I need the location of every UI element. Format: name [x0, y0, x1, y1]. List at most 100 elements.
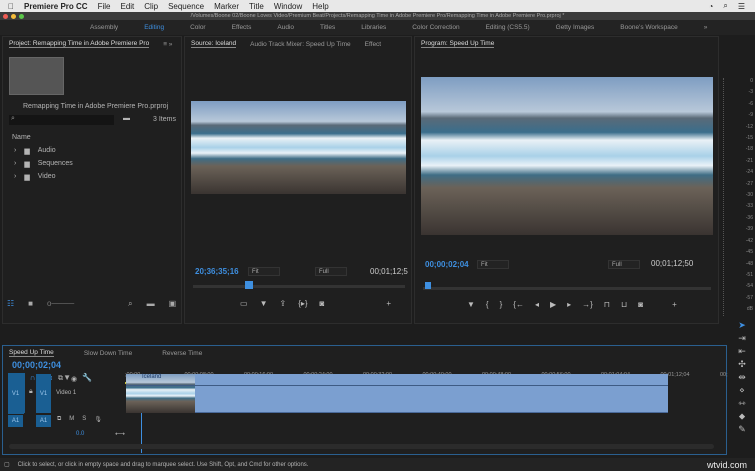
mute-icon[interactable]: M: [69, 416, 74, 423]
menu-edit[interactable]: Edit: [120, 2, 134, 11]
lock-icon[interactable]: 🔒︎: [29, 388, 33, 396]
expand-icon[interactable]: ⟷: [115, 430, 125, 438]
marker-icon[interactable]: ▼: [260, 299, 268, 308]
ws-effects[interactable]: Effects: [232, 24, 252, 31]
new-bin-icon[interactable]: ▬: [147, 299, 155, 309]
add-button-icon[interactable]: +: [386, 299, 391, 308]
mark-out-icon[interactable]: }: [500, 300, 503, 309]
menu-clip[interactable]: Clip: [144, 2, 158, 11]
tab-program[interactable]: Program: Speed Up Time: [421, 40, 495, 48]
ws-libraries[interactable]: Libraries: [361, 24, 386, 31]
program-timecode[interactable]: 00;00;02;04: [425, 260, 469, 269]
zoom-button[interactable]: [19, 14, 24, 19]
camera-icon[interactable]: ◙: [320, 299, 325, 308]
mark-in-icon[interactable]: {: [486, 300, 489, 309]
ws-color[interactable]: Color: [190, 24, 206, 31]
ripple-edit-icon[interactable]: ⇤: [732, 346, 752, 359]
camera-icon[interactable]: ◙: [638, 300, 643, 309]
find-icon[interactable]: ⌕: [128, 299, 132, 309]
list-view-icon[interactable]: ☷: [7, 299, 14, 309]
hand-icon[interactable]: ✎: [732, 424, 752, 437]
safe-margins-icon[interactable]: ▭: [240, 299, 248, 308]
tab-source[interactable]: Source: Iceland: [191, 40, 237, 48]
a1-track-target[interactable]: A1: [36, 415, 51, 427]
timeline-timecode[interactable]: 00;00;02;04: [12, 360, 61, 370]
selection-tool-icon[interactable]: ➤: [732, 320, 752, 333]
search-input[interactable]: ⌕: [9, 115, 114, 125]
source-quality-select[interactable]: Full: [315, 267, 347, 276]
menu-window[interactable]: Window: [274, 2, 302, 11]
minimize-button[interactable]: [11, 14, 16, 19]
timeline-h-scrollbar[interactable]: [9, 444, 714, 449]
play-icon[interactable]: ▶: [550, 300, 556, 309]
list-item[interactable]: › ▆ Sequences: [9, 157, 169, 170]
step-back-icon[interactable]: ◂: [535, 300, 539, 309]
more-workspaces-icon[interactable]: »: [704, 24, 708, 31]
ws-getty[interactable]: Getty Images: [556, 24, 595, 31]
close-button[interactable]: [3, 14, 8, 19]
lift-icon[interactable]: ⊓: [604, 300, 610, 309]
v1-track-target[interactable]: V1: [36, 374, 51, 413]
snap-icon[interactable]: ∩: [30, 373, 36, 383]
video-clip[interactable]: Iceland: [126, 374, 668, 413]
go-to-out-icon[interactable]: →}: [582, 300, 593, 309]
rate-stretch-icon[interactable]: ⇹: [732, 372, 752, 385]
tab-slow-down-time[interactable]: Slow Down Time: [84, 350, 132, 357]
zoom-slider[interactable]: o────: [47, 299, 74, 309]
new-bin-icon[interactable]: ▬: [123, 115, 130, 122]
a1-source-patch[interactable]: A1: [8, 415, 23, 427]
sync-lock-icon[interactable]: ⧉: [58, 375, 63, 383]
add-button-icon[interactable]: +: [672, 300, 677, 309]
wrench-icon[interactable]: 🔧: [82, 373, 92, 383]
overwrite-icon[interactable]: {▸}: [298, 299, 307, 308]
eye-icon[interactable]: ◉: [71, 375, 77, 383]
list-item[interactable]: › ▆ Video: [9, 170, 169, 183]
go-to-in-icon[interactable]: {←: [513, 300, 524, 309]
tab-effect[interactable]: Effect: [365, 41, 382, 48]
menu-marker[interactable]: Marker: [214, 2, 239, 11]
ws-boone[interactable]: Boone's Workspace: [620, 24, 677, 31]
sync-lock-icon[interactable]: ⧉: [57, 416, 61, 423]
list-icon[interactable]: ☰: [738, 2, 745, 11]
rolling-edit-icon[interactable]: ✣: [732, 359, 752, 372]
ws-assembly[interactable]: Assembly: [90, 24, 118, 31]
ws-titles[interactable]: Titles: [320, 24, 335, 31]
ws-color-correction[interactable]: Color Correction: [412, 24, 459, 31]
ws-editing[interactable]: Editing: [144, 24, 164, 31]
icon-view-icon[interactable]: ■: [28, 299, 33, 309]
search-icon[interactable]: ⌕: [723, 1, 727, 11]
menu-file[interactable]: File: [98, 2, 111, 11]
ws-editing-cs55[interactable]: Editing (CS5.5): [486, 24, 530, 31]
mic-icon[interactable]: 🎙︎: [94, 416, 102, 423]
solo-icon[interactable]: S: [82, 416, 86, 423]
program-playhead[interactable]: [425, 282, 431, 289]
source-timecode[interactable]: 20;36;35;16: [195, 267, 239, 276]
volume-value[interactable]: 0.0: [76, 431, 84, 437]
tab-audio-mixer[interactable]: Audio Track Mixer: Speed Up Time: [250, 41, 350, 48]
pen-icon[interactable]: ⬥: [732, 411, 752, 424]
v1-source-patch[interactable]: V1: [8, 374, 23, 413]
source-scrubber[interactable]: [193, 285, 405, 288]
panel-menu-icon[interactable]: ≡ »: [163, 41, 172, 48]
apple-icon[interactable]: : [8, 2, 14, 11]
app-menu[interactable]: Premiere Pro CC: [24, 2, 88, 11]
source-fit-select[interactable]: Fit: [248, 267, 280, 276]
marker-icon[interactable]: ▼: [467, 300, 475, 309]
tab-reverse-time[interactable]: Reverse Time: [162, 350, 202, 357]
insert-icon[interactable]: ⇪: [279, 299, 286, 308]
step-forward-icon[interactable]: ▸: [567, 300, 571, 309]
list-item[interactable]: › ▆ Audio: [9, 144, 169, 157]
menu-sequence[interactable]: Sequence: [168, 2, 204, 11]
new-item-icon[interactable]: ▣: [169, 299, 177, 309]
wifi-icon[interactable]: ◔: [709, 2, 714, 11]
source-playhead[interactable]: [245, 281, 253, 289]
tab-speed-up-time[interactable]: Speed Up Time: [9, 349, 54, 357]
menu-help[interactable]: Help: [312, 2, 328, 11]
column-name[interactable]: Name: [12, 134, 31, 141]
track-select-icon[interactable]: ⇥: [732, 333, 752, 346]
program-fit-select[interactable]: Fit: [477, 260, 509, 269]
menu-title[interactable]: Title: [249, 2, 264, 11]
extract-icon[interactable]: ⊔: [621, 300, 627, 309]
program-quality-select[interactable]: Full: [608, 260, 640, 269]
razor-icon[interactable]: ⋄: [732, 385, 752, 398]
